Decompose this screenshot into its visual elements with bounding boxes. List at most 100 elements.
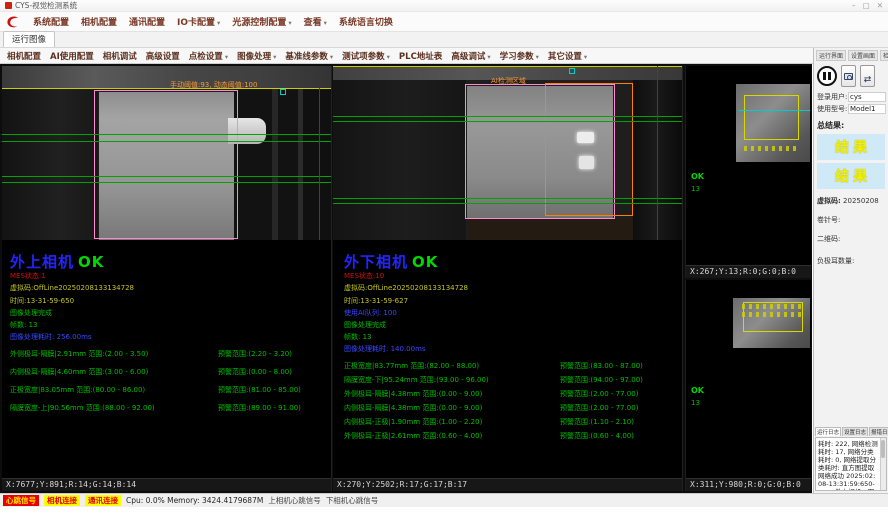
measurement-row: 正极宽度|83.77mm 范围:(82.00 - 88.00)预警范围:(83.…	[344, 361, 682, 371]
overlay-baseline-3	[2, 176, 331, 177]
tool-advanced-settings[interactable]: 高级设置	[146, 50, 180, 62]
measurement-row: 内侧极耳-正极|1.90mm 范围:(1.00 - 2.20)预警范围:(1.1…	[344, 417, 682, 427]
camera-panel-lower[interactable]: AI检测区域 外下相机OK MES状态:10 虚拟码:OffLine202502…	[333, 66, 683, 491]
menu-language-switch[interactable]: 系统语言切换	[339, 15, 393, 28]
camera-panel-upper[interactable]: 手动阈值:93, 动态阈值:100 外上相机OK MES状态:1 虚拟码:Off…	[2, 66, 332, 491]
tool-image-process[interactable]: 图像处理	[237, 50, 276, 62]
measurement-row: 外侧极耳-隔膜|2.91mm 范围:(2.00 - 3.50)预警范围:(2.2…	[10, 349, 331, 359]
camera-image-upper[interactable]: 手动阈值:93, 动态阈值:100	[2, 66, 331, 240]
model-field: 使用型号: Model1	[814, 102, 888, 114]
overlay-baseline-3	[333, 198, 682, 199]
overlay-baseline-2	[333, 121, 682, 122]
pixel-coordinate-bar: X:7677;Y:891;R:14;G:14;B:14	[2, 478, 331, 491]
needle-number-label: 卷针号:	[814, 215, 888, 225]
thumbnail-panel-top[interactable]: OK 13 X:267;Y:13;R:0;G:0;B:0	[685, 66, 811, 278]
tool-other-settings[interactable]: 其它设置	[548, 50, 587, 62]
minimize-button[interactable]: –	[852, 1, 856, 10]
cell-shadow-region	[467, 218, 633, 240]
overlay-blue-line	[319, 88, 320, 240]
upper-camera-heartbeat: 上相机心跳信号	[268, 495, 321, 506]
warning-range: 预警范围:(0.60 - 4.00)	[560, 431, 634, 441]
tool-advanced-debug[interactable]: 高级调试	[451, 50, 490, 62]
log-tab-error[interactable]: 报错日志	[869, 427, 888, 436]
menu-io-config[interactable]: IO卡配置	[177, 15, 220, 28]
thumbnail-panel-bottom[interactable]: OK 13 X:311;Y:980;R:0;G:0;B:0	[685, 280, 811, 491]
measurement-value: 外侧极耳-正极|2.61mm 范围:(0.60 - 4.00)	[344, 431, 560, 441]
warning-range: 预警范围:(2.20 - 3.20)	[218, 349, 292, 359]
measurement-value: 内侧极耳-正极|1.90mm 范围:(1.00 - 2.20)	[344, 417, 560, 427]
window-title: CYS-视觉检测系统	[15, 0, 77, 11]
virtual-barcode: 虚拟码:OffLine20250208133134728	[344, 284, 682, 292]
tool-spot-check[interactable]: 点检设置	[189, 50, 228, 62]
neg-tab-count-label: 负极耳数量:	[814, 256, 888, 266]
menu-view[interactable]: 查看	[304, 15, 327, 28]
log-tab-run[interactable]: 运行日志	[815, 427, 841, 436]
camera-name: 外上相机	[10, 253, 74, 271]
scrollbar-thumb[interactable]	[881, 440, 885, 458]
process-elapsed: 图像处理耗时: 140.00ms	[344, 345, 682, 353]
overlay-yellow-line	[333, 66, 682, 67]
capture-time: 时间:13-31-59-627	[344, 297, 682, 305]
main-area: 手动阈值:93, 动态阈值:100 外上相机OK MES状态:1 虚拟码:Off…	[0, 64, 812, 493]
mes-status: MES状态:1	[10, 272, 331, 280]
camera-view-button[interactable]	[841, 65, 856, 87]
process-status: 图像处理完成	[344, 321, 682, 329]
log-scrollbar[interactable]	[880, 438, 886, 490]
switch-view-button[interactable]	[860, 65, 875, 87]
measurement-value: 正极宽度|83.77mm 范围:(82.00 - 88.00)	[344, 361, 560, 371]
lower-camera-heartbeat: 下相机心跳信号	[326, 495, 379, 506]
log-tab-strip: 运行日志 设置日志 报错日志	[815, 427, 887, 436]
menu-comm-config[interactable]: 通讯配置	[129, 15, 165, 28]
view-tab-detect[interactable]: 检测画面	[880, 50, 888, 61]
tab-run-image[interactable]: 运行图像	[3, 31, 55, 47]
view-tab-setting[interactable]: 设置画面	[848, 50, 878, 61]
log-text: 耗时: 222, 网络检测耗时: 17, 网络分类耗时: 0, 网络提取分类耗时…	[818, 440, 878, 491]
measurement-value: 隔膜宽度-下|95.24mm 范围:(93.00 - 96.00)	[344, 375, 560, 385]
tool-learn-params[interactable]: 学习参数	[500, 50, 539, 62]
tool-camera-config[interactable]: 相机配置	[7, 50, 41, 62]
view-tab-run[interactable]: 运行界面	[816, 50, 846, 61]
model-input[interactable]: Model1	[848, 104, 886, 114]
model-label: 使用型号:	[817, 104, 848, 114]
measurement-value: 外侧极耳-隔膜|2.91mm 范围:(2.00 - 3.50)	[10, 349, 218, 359]
camera-image-lower[interactable]: AI检测区域	[333, 66, 682, 240]
process-status: 图像处理完成	[10, 309, 331, 317]
login-user-input[interactable]: cys	[848, 92, 886, 102]
toolbar: 相机配置 AI使用配置 相机调试 高级设置 点检设置 图像处理 基准线参数 测试…	[0, 48, 813, 64]
view-tab-strip: 运行界面 设置画面 检测画面	[814, 48, 888, 62]
overlay-tick-marks	[742, 312, 802, 317]
camera-name: 外下相机	[344, 253, 408, 271]
warning-range: 预警范围:(2.00 - 77.00)	[560, 403, 638, 413]
maximize-button[interactable]: ▢	[863, 1, 870, 10]
ai-queue: 使用AI队列: 100	[344, 309, 682, 317]
measurement-row: 内侧极耳-隔膜|4.60mm 范围:(3.00 - 6.00)预警范围:(0.0…	[10, 367, 331, 377]
tool-plc-address[interactable]: PLC地址表	[399, 50, 442, 62]
measurement-row: 正极宽度|83.05mm 范围:(80.00 - 86.00)预警范围:(81.…	[10, 385, 331, 395]
close-button[interactable]: ✕	[877, 1, 883, 10]
measurement-row: 隔膜宽度-下|95.24mm 范围:(93.00 - 96.00)预警范围:(9…	[344, 375, 682, 385]
result-box-lower: 结果	[817, 163, 885, 189]
frame-count: 帧数: 13	[344, 333, 682, 341]
log-tab-setting[interactable]: 设置日志	[842, 427, 868, 436]
tool-baseline-params[interactable]: 基准线参数	[285, 50, 333, 62]
pause-icon	[823, 72, 826, 80]
pixel-coordinate-bar: X:311;Y:980;R:0;G:0;B:0	[686, 478, 811, 491]
measurement-row: 内侧极耳-隔膜|4.38mm 范围:(0.00 - 9.00)预警范围:(2.0…	[344, 403, 682, 413]
switch-icon	[864, 67, 872, 86]
menu-camera-config[interactable]: 相机配置	[81, 15, 117, 28]
tab-strip: 运行图像	[0, 32, 888, 48]
frame-count: 帧数: 13	[10, 321, 331, 329]
menu-system-config[interactable]: 系统配置	[33, 15, 69, 28]
machine-right-column	[234, 88, 331, 240]
barcode-label: 虚拟码:	[817, 197, 841, 205]
menu-light-config[interactable]: 光源控制配置	[232, 15, 291, 28]
overlay-marker-icon	[280, 89, 286, 95]
sidebar: 运行界面 设置画面 检测画面 登录用户: cys 使用型号: Model1 总结…	[813, 48, 888, 493]
pause-button[interactable]	[817, 66, 837, 86]
log-output[interactable]: 耗时: 222, 网络检测耗时: 17, 网络分类耗时: 0, 网络提取分类耗时…	[815, 437, 887, 491]
login-user-label: 登录用户:	[817, 92, 848, 102]
result-box-upper: 结果	[817, 134, 885, 160]
tool-ai-config[interactable]: AI使用配置	[50, 50, 94, 62]
tool-camera-debug[interactable]: 相机调试	[103, 50, 137, 62]
tool-test-params[interactable]: 测试项参数	[342, 50, 390, 62]
